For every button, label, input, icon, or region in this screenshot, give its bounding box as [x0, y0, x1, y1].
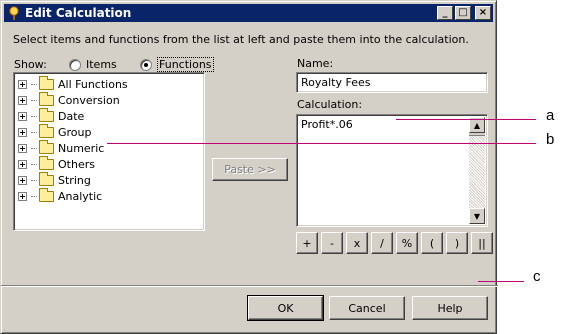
tree-item-label: Numeric [58, 141, 105, 155]
folder-icon [39, 75, 54, 90]
radio-functions-label: Functions [157, 57, 214, 72]
operator-buttons: + - x /%() || [296, 232, 493, 254]
tree-branch-line [31, 83, 37, 85]
callout-line-a [396, 119, 536, 120]
operator-button[interactable]: + [296, 232, 318, 254]
show-row: Show: Items Functions [14, 57, 214, 72]
tree-item-label: Others [58, 157, 95, 171]
folder-icon [39, 123, 54, 138]
tree-item[interactable]: All Functions [18, 75, 204, 92]
calculation-text: Profit*.06 [301, 118, 353, 131]
expand-plus-icon[interactable] [18, 175, 27, 185]
close-button[interactable]: × [475, 6, 491, 20]
tree-branch-line [31, 163, 37, 165]
expand-plus-icon[interactable] [18, 127, 27, 137]
paste-button[interactable]: Paste >> [212, 158, 288, 181]
maximize-button[interactable]: □ [455, 6, 471, 20]
name-label: Name: [297, 57, 334, 70]
tree-item[interactable]: Analytic [18, 187, 204, 204]
expand-plus-icon[interactable] [18, 79, 27, 89]
tree-item[interactable]: Date [18, 107, 204, 124]
operator-button[interactable]: ) [446, 232, 468, 254]
expand-plus-icon[interactable] [18, 191, 27, 201]
operator-button[interactable]: || [471, 232, 493, 254]
folder-icon [39, 187, 54, 202]
operator-button[interactable]: % [396, 232, 418, 254]
tree-item-label: Date [58, 109, 85, 123]
folder-icon [39, 91, 54, 106]
tree-branch-line [31, 115, 37, 117]
window-title: Edit Calculation [25, 6, 132, 20]
calculation-field[interactable]: Profit*.06 ▲ ▼ [296, 114, 488, 227]
tree-item-label: Conversion [58, 93, 120, 107]
expand-plus-icon[interactable] [18, 95, 27, 105]
callout-a: a [546, 107, 555, 124]
tree-item[interactable]: Others [18, 155, 204, 172]
radio-items[interactable]: Items [69, 58, 140, 71]
tree-branch-line [31, 179, 37, 181]
tree-item[interactable]: String [18, 171, 204, 188]
operator-button[interactable]: x [346, 232, 368, 254]
instruction-text: Select items and functions from the list… [13, 33, 469, 46]
app-icon [7, 5, 21, 21]
tree-branch-line [31, 131, 37, 133]
tree-item-label: Analytic [58, 189, 103, 203]
tree-item-label: String [58, 173, 91, 187]
expand-plus-icon[interactable] [18, 111, 27, 121]
folder-icon [39, 107, 54, 122]
scroll-thumb[interactable] [469, 133, 485, 136]
name-field[interactable]: Royalty Fees [296, 72, 488, 93]
callout-line-c [478, 281, 524, 282]
tree-item-label: All Functions [58, 77, 128, 91]
radio-functions-button[interactable] [140, 58, 152, 71]
calculation-scrollbar[interactable]: ▲ ▼ [469, 117, 485, 224]
radio-items-label: Items [86, 58, 117, 71]
operator-button[interactable]: ( [421, 232, 443, 254]
callout-line-b [107, 143, 536, 144]
tree-item[interactable]: Conversion [18, 91, 204, 108]
separator [1, 285, 498, 287]
operator-button[interactable]: - [321, 232, 343, 254]
folder-icon [39, 171, 54, 186]
scroll-down-icon[interactable]: ▼ [469, 208, 485, 224]
tree-branch-line [31, 99, 37, 101]
tree-branch-line [31, 195, 37, 197]
ok-button[interactable]: OK [247, 295, 324, 321]
radio-functions[interactable]: Functions [140, 57, 214, 72]
tree-branch-line [31, 147, 37, 149]
calculation-label: Calculation: [297, 98, 363, 111]
show-label: Show: [14, 58, 47, 71]
title-bar[interactable]: Edit Calculation _ □ × [4, 4, 493, 22]
tree-item-label: Group [58, 125, 92, 139]
radio-items-button[interactable] [69, 58, 81, 71]
minimize-button[interactable]: _ [437, 6, 453, 20]
edit-calculation-dialog: Edit Calculation _ □ × Select items and … [0, 0, 498, 334]
operator-button[interactable]: / [371, 232, 393, 254]
folder-icon [39, 155, 54, 170]
callout-c: c [533, 268, 541, 285]
expand-plus-icon[interactable] [18, 159, 27, 169]
function-tree[interactable]: All Functions Conversion Date Group Numeric O… [13, 72, 205, 231]
callout-b: b [546, 131, 555, 148]
expand-plus-icon[interactable] [18, 143, 27, 153]
tree-item[interactable]: Group [18, 123, 204, 140]
folder-icon [39, 139, 54, 154]
help-button[interactable]: Help [412, 296, 488, 320]
cancel-button[interactable]: Cancel [329, 296, 405, 320]
